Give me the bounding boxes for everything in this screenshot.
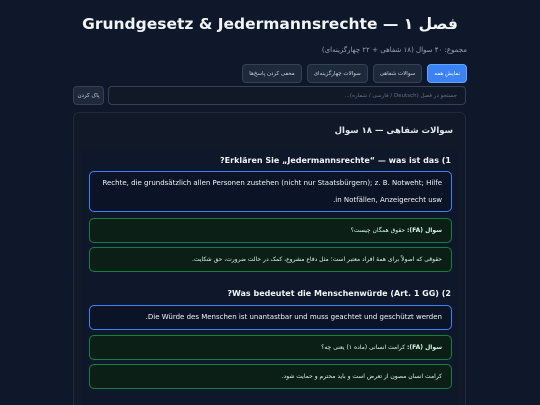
question-fa-label: سوال (FA): xyxy=(407,227,442,234)
question-card: 1) Erklären Sie „Jedermannsrechte“ — was… xyxy=(82,149,458,285)
tab-multiple-choice[interactable]: سوالات چهارگزینه‌ای xyxy=(306,64,368,83)
search-input[interactable] xyxy=(108,86,466,105)
page-subtitle: مجموع: ۴۰ سوال (۱۸ شفاهی + ۲۲ چهارگزینه‌… xyxy=(321,46,467,54)
answer-de-text: Rechte, die grundsätzlich allen Personen… xyxy=(102,178,442,204)
question-fa-text: کرامت انسانی (ماده ۱) یعنی چه؟ xyxy=(321,344,406,351)
question-fa-label: سوال (FA): xyxy=(407,344,442,351)
answer-fa: حقوقی که اصولاً برای همهٔ افراد معتبر اس… xyxy=(89,247,452,272)
answer-de: Die Würde des Menschen ist unantastbar u… xyxy=(89,305,452,330)
filter-tabs: نمایش همه سوالات شفاهی سوالات چهارگزینه‌… xyxy=(242,64,467,83)
answer-de: Rechte, die grundsätzlich allen Personen… xyxy=(89,171,452,212)
page-root: Grundgesetz & Jedermannsrechte — فصل ۱ م… xyxy=(0,0,540,405)
question-card: 2) Was bedeutet die Menschenwürde (Art. … xyxy=(82,283,458,405)
tab-oral-questions[interactable]: سوالات شفاهی xyxy=(372,64,423,83)
tab-show-all[interactable]: نمایش همه xyxy=(427,64,467,83)
answer-fa: کرامت انسان مصون از تعرض است و باید محتر… xyxy=(89,364,452,389)
clear-button[interactable]: پاک کردن xyxy=(73,86,104,105)
tab-hide-answers[interactable]: مخفی کردن پاسخ‌ها xyxy=(242,64,302,83)
search-row: پاک کردن xyxy=(73,86,466,105)
question-fa-text: حقوق همگان چیست؟ xyxy=(350,227,406,234)
answer-fa-text: کرامت انسان مصون از تعرض است و باید محتر… xyxy=(281,373,442,380)
question-fa: سوال (FA): حقوق همگان چیست؟ xyxy=(89,218,452,243)
answer-de-text: Die Würde des Menschen ist unantastbar u… xyxy=(145,313,442,321)
section-title: سوالات شفاهی — ۱۸ سوال xyxy=(334,126,453,136)
answer-fa-text: حقوقی که اصولاً برای همهٔ افراد معتبر اس… xyxy=(192,256,442,263)
oral-questions-panel: سوالات شفاهی — ۱۸ سوال 1) Erklären Sie „… xyxy=(73,112,466,405)
question-title: 1) Erklären Sie „Jedermannsrechte“ — was… xyxy=(220,156,451,165)
page-title: Grundgesetz & Jedermannsrechte — فصل ۱ xyxy=(82,15,458,33)
question-title: 2) Was bedeutet die Menschenwürde (Art. … xyxy=(227,289,451,298)
question-fa: سوال (FA): کرامت انسانی (ماده ۱) یعنی چه… xyxy=(89,335,452,360)
